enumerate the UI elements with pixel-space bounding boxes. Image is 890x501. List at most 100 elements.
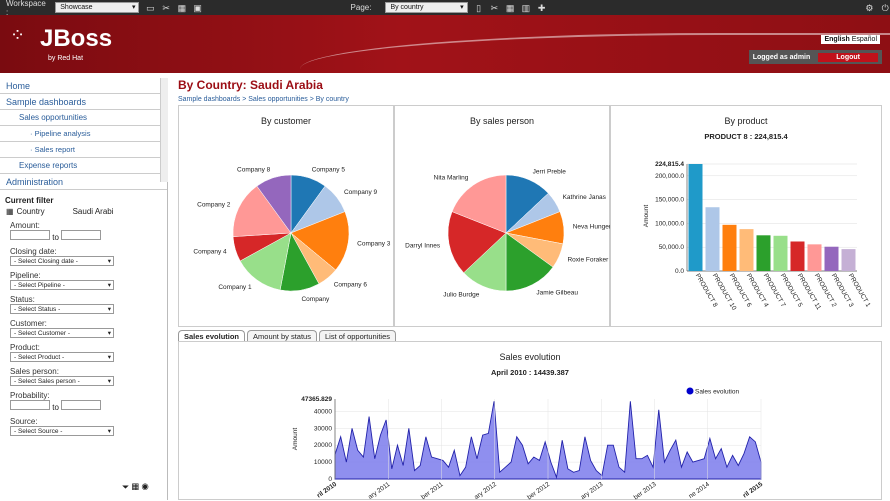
pie-label: Roxie Foraker bbox=[567, 257, 609, 264]
amount-label: Amount: bbox=[10, 221, 40, 230]
sales-person-label: Sales person: bbox=[10, 367, 59, 376]
refresh-icon[interactable]: ◉ bbox=[141, 482, 148, 492]
pipeline-select[interactable]: - Select Pipeline - bbox=[10, 280, 114, 290]
x-tick-label: ary 2012 bbox=[473, 481, 498, 501]
y-tick-label: 40000 bbox=[314, 408, 332, 415]
country-value: Saudi Arabi bbox=[72, 207, 114, 216]
workspace-toolbar: Workspace : Showcase ▭ ✂ ▦ ▣ Page: By co… bbox=[0, 0, 890, 17]
sidebar-scrollbar[interactable] bbox=[160, 78, 168, 182]
tools-icon[interactable]: ✂ bbox=[161, 3, 171, 13]
to-label: to bbox=[52, 403, 59, 412]
source-select[interactable]: - Select Source - bbox=[10, 426, 114, 436]
y-tick-label: 224,815.4 bbox=[655, 161, 684, 168]
x-tick-label: ber 2011 bbox=[420, 481, 445, 501]
puzzle-icon[interactable]: ✚ bbox=[537, 3, 547, 13]
nav-sales-report[interactable]: · Sales report bbox=[0, 142, 167, 158]
sales-person-select[interactable]: - Select Sales person - bbox=[10, 376, 114, 386]
page-select[interactable]: By country bbox=[385, 2, 468, 13]
bar bbox=[773, 235, 788, 271]
customer-select[interactable]: - Select Customer - bbox=[10, 328, 114, 338]
nav-sample-dashboards[interactable]: Sample dashboards bbox=[0, 94, 167, 110]
product-select[interactable]: - Select Product - bbox=[10, 352, 114, 362]
workspace-select[interactable]: Showcase bbox=[55, 2, 140, 13]
tools-icon[interactable]: ✂ bbox=[489, 3, 499, 13]
pie-label: Company 3 bbox=[357, 240, 391, 247]
pie-label: Julio Burdge bbox=[443, 291, 480, 298]
status-label: Status: bbox=[10, 295, 35, 304]
grid-icon[interactable]: ▦ bbox=[177, 3, 187, 13]
x-tick-label: ne 2014 bbox=[688, 481, 712, 500]
by-product-bar-chart: 224,815.4 200,000.0 150,000.0 100,000.0 50,0… bbox=[643, 161, 872, 312]
source-label: Source: bbox=[10, 417, 38, 426]
window-icon[interactable]: ▣ bbox=[193, 3, 203, 13]
pie-label: Company 1 bbox=[218, 284, 252, 291]
nav-home[interactable]: Home bbox=[0, 78, 167, 94]
y-tick-label: 30000 bbox=[314, 425, 332, 432]
closing-date-label: Closing date: bbox=[10, 247, 57, 256]
logo-text: JBoss bbox=[40, 25, 113, 52]
legend-marker bbox=[686, 387, 694, 395]
language-switcher: English Español bbox=[821, 35, 880, 44]
probability-label: Probability: bbox=[10, 391, 50, 400]
gear-icon[interactable]: ⚙ bbox=[865, 3, 875, 13]
breadcrumb[interactable]: Sample dashboards > Sales opportunities … bbox=[178, 96, 882, 103]
logo-subtext: by Red Hat bbox=[48, 55, 84, 62]
y-tick-label: 20000 bbox=[314, 442, 332, 449]
app-header: ⁘ JBoss by Red Hat English Español bbox=[0, 15, 890, 73]
logo-dots-icon: ⁘ bbox=[10, 25, 25, 45]
nav-sales-opportunities[interactable]: Sales opportunities bbox=[0, 110, 167, 126]
bar bbox=[688, 164, 703, 271]
bar bbox=[790, 241, 805, 271]
pie-label: Nita Marling bbox=[434, 175, 469, 182]
pie-label: Darryl Innes bbox=[405, 243, 441, 250]
y-tick-label: 0.0 bbox=[675, 268, 684, 275]
bar bbox=[756, 235, 771, 271]
logout-button[interactable]: Logout bbox=[818, 52, 878, 62]
customer-label: Customer: bbox=[10, 319, 47, 328]
pie-label: Company 5 bbox=[312, 166, 346, 173]
y-tick-label: 50,000.0 bbox=[659, 244, 685, 251]
lang-spanish[interactable]: Español bbox=[852, 36, 877, 43]
power-icon[interactable]: ⏻ bbox=[880, 3, 890, 13]
y-tick-label: 200,000.0 bbox=[655, 173, 684, 180]
pie-label: Company 6 bbox=[334, 282, 368, 289]
nav-administration[interactable]: Administration bbox=[0, 174, 167, 190]
by-customer-pie-chart: Company 5 Company 9 Company 3 Company 6 Comp… bbox=[193, 166, 391, 303]
by-product-panel: By product PRODUCT 8 : 224,815.4 224,815… bbox=[610, 105, 882, 327]
y-axis-label: Amount bbox=[292, 428, 299, 451]
y-axis-label: Amount bbox=[643, 205, 650, 228]
status-select[interactable]: - Select Status - bbox=[10, 304, 114, 314]
sales-evolution-area-chart: 47365.829400003000020000100000Amountril … bbox=[292, 387, 764, 501]
by-sales-person-panel: By sales person Jerri Preble Kathrine Jan… bbox=[394, 105, 611, 327]
new-page-icon[interactable]: ▯ bbox=[474, 3, 484, 13]
closing-date-select[interactable]: - Select Closing date - bbox=[10, 256, 114, 266]
x-tick-label: ber 2013 bbox=[633, 481, 658, 501]
folder-icon[interactable]: ▭ bbox=[145, 3, 155, 13]
nav-expense-reports[interactable]: Expense reports bbox=[0, 158, 167, 174]
x-tick-label: ber 2012 bbox=[526, 481, 551, 501]
product-label: Product: bbox=[10, 343, 40, 352]
pie-label: Company 2 bbox=[197, 201, 231, 208]
amount-from-input[interactable] bbox=[10, 230, 50, 240]
probability-to-input[interactable] bbox=[61, 400, 102, 410]
amount-to-input[interactable] bbox=[61, 230, 102, 240]
current-filter-title: Current filter bbox=[5, 196, 54, 205]
bar bbox=[841, 249, 856, 271]
grid-icon[interactable]: ▦ bbox=[505, 3, 515, 13]
pie-label: Company 9 bbox=[344, 189, 378, 196]
legend-label: Sales evolution bbox=[695, 389, 739, 396]
bar bbox=[739, 229, 754, 271]
probability-from-input[interactable] bbox=[10, 400, 50, 410]
logged-as-text: Logged as admin bbox=[752, 53, 811, 61]
x-tick-label: ril 2010 bbox=[316, 481, 339, 500]
lang-english[interactable]: English bbox=[824, 36, 849, 43]
y-tick-label: 100,000.0 bbox=[655, 220, 684, 227]
table-icon[interactable]: ▦ bbox=[132, 482, 139, 492]
pie-label: Neva Hunger bbox=[573, 224, 611, 231]
pie-label: Company bbox=[301, 296, 330, 303]
by-customer-panel: By customer Company 5 Company 9 Company 3C… bbox=[178, 105, 394, 327]
filter-icon[interactable]: ⏷ bbox=[122, 482, 129, 492]
trash-icon[interactable]: ▥ bbox=[521, 3, 531, 13]
by-sales-person-pie-chart: Jerri Preble Kathrine Janas Neva Hunger Rox… bbox=[405, 169, 611, 299]
nav-pipeline-analysis[interactable]: · Pipeline analysis bbox=[0, 126, 167, 142]
